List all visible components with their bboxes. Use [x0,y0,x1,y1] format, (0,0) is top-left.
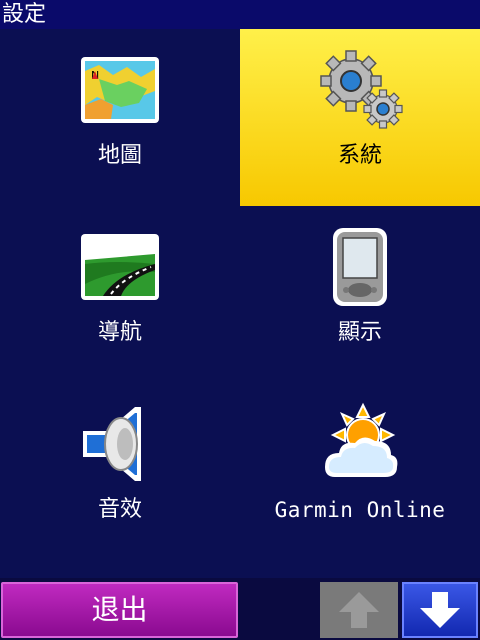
tile-label: 地圖 [97,143,142,168]
exit-button-label: 退出 [91,593,148,626]
tile-label: Garmin Online [274,498,446,522]
bottom-bar: 退出 [0,578,480,640]
arrow-up-icon [339,592,379,628]
tile-label: 顯示 [337,320,382,345]
settings-grid: N 地圖 [0,29,480,560]
tile-label: 導航 [97,320,142,345]
road-icon [81,234,159,300]
gears-icon [320,50,403,129]
tile-sound[interactable]: 音效 [0,383,240,560]
tile-label: 系統 [337,143,382,168]
tile-system[interactable]: 系統 [240,29,480,206]
page-title: 設定 [2,2,47,27]
tile-display[interactable]: 顯示 [240,206,480,383]
map-icon: N [81,57,159,123]
exit-button[interactable]: 退出 [1,582,238,638]
tile-map[interactable]: N 地圖 [0,29,240,206]
speaker-icon [83,407,141,481]
weather-icon [325,402,398,477]
scroll-down-button[interactable] [402,582,478,638]
tile-navigation[interactable]: 導航 [0,206,240,383]
scroll-up-button[interactable] [320,582,398,638]
tile-garmin-online[interactable]: Garmin Online [240,383,480,560]
title-bar: 設定 [0,0,480,29]
pda-display-icon [333,228,387,306]
tile-label: 音效 [97,497,142,522]
arrow-down-icon [420,592,460,628]
